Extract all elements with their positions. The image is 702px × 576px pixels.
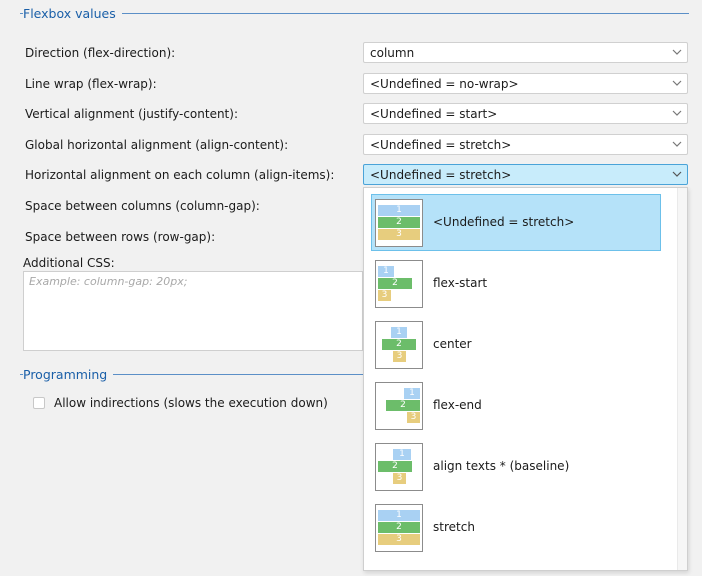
dropdown-scrollbar[interactable] bbox=[677, 188, 687, 570]
dropdown-option-label: <Undefined = stretch> bbox=[433, 215, 575, 229]
flex-wrap-label: Line wrap (flex-wrap): bbox=[25, 77, 157, 91]
dropdown-option-label: flex-start bbox=[433, 276, 488, 290]
align-items-select[interactable]: <Undefined = stretch> bbox=[363, 164, 688, 185]
preview-item-2: 2 bbox=[378, 522, 420, 533]
preview-item-3: 3 bbox=[378, 229, 420, 240]
justify-content-select[interactable]: <Undefined = start> bbox=[363, 103, 688, 124]
dropdown-option-stretch[interactable]: 1 2 3 stretch bbox=[371, 499, 661, 556]
column-gap-label: Space between columns (column-gap): bbox=[25, 199, 260, 213]
flexbox-section-title: Flexbox values bbox=[23, 6, 122, 21]
additional-css-label: Additional CSS: bbox=[23, 256, 115, 270]
preview-item-2: 2 bbox=[378, 461, 412, 472]
preview-item-1: 1 bbox=[378, 266, 394, 277]
row-gap-label: Space between rows (row-gap): bbox=[25, 230, 216, 244]
dropdown-option-baseline[interactable]: 1 2 3 align texts * (baseline) bbox=[371, 438, 661, 495]
preview-item-2: 2 bbox=[378, 217, 420, 228]
flex-wrap-select[interactable]: <Undefined = no-wrap> bbox=[363, 73, 688, 94]
preview-item-1: 1 bbox=[391, 327, 407, 338]
align-stretch-icon: 1 2 3 bbox=[375, 504, 423, 552]
allow-indirections-label[interactable]: Allow indirections (slows the execution … bbox=[54, 396, 328, 410]
chevron-down-icon bbox=[672, 171, 682, 177]
allow-indirections-checkbox[interactable] bbox=[33, 397, 45, 409]
align-items-dropdown-list[interactable]: 1 2 3 <Undefined = stretch> 1 2 3 flex-s… bbox=[363, 187, 688, 571]
preview-item-1: 1 bbox=[404, 388, 420, 399]
chevron-down-icon bbox=[672, 80, 682, 86]
dropdown-option-undefined-stretch[interactable]: 1 2 3 <Undefined = stretch> bbox=[371, 194, 661, 251]
dropdown-option-flex-start[interactable]: 1 2 3 flex-start bbox=[371, 255, 661, 312]
align-flex-end-icon: 1 2 3 bbox=[375, 382, 423, 430]
justify-content-value: <Undefined = start> bbox=[370, 107, 498, 121]
preview-item-3: 3 bbox=[407, 412, 420, 423]
dropdown-option-label: stretch bbox=[433, 520, 475, 534]
align-baseline-icon: 1 2 3 bbox=[375, 443, 423, 491]
flex-direction-select[interactable]: column bbox=[363, 42, 688, 63]
align-content-label: Global horizontal alignment (align-conte… bbox=[25, 138, 289, 152]
align-stretch-icon: 1 2 3 bbox=[375, 199, 423, 247]
dropdown-option-center[interactable]: 1 2 3 center bbox=[371, 316, 661, 373]
preview-item-2: 2 bbox=[386, 400, 420, 411]
preview-item-1: 1 bbox=[393, 449, 411, 460]
justify-content-label: Vertical alignment (justify-content): bbox=[25, 107, 238, 121]
chevron-down-icon bbox=[672, 110, 682, 116]
align-items-label: Horizontal alignment on each column (ali… bbox=[25, 168, 335, 182]
preview-item-1: 1 bbox=[378, 205, 420, 216]
preview-item-2: 2 bbox=[382, 339, 416, 350]
preview-item-1: 1 bbox=[378, 510, 420, 521]
align-center-icon: 1 2 3 bbox=[375, 321, 423, 369]
chevron-down-icon bbox=[672, 141, 682, 147]
flex-direction-label: Direction (flex-direction): bbox=[25, 46, 176, 60]
align-items-value: <Undefined = stretch> bbox=[370, 168, 512, 182]
dropdown-option-label: align texts * (baseline) bbox=[433, 459, 570, 473]
additional-css-textarea[interactable]: Example: column-gap: 20px; bbox=[23, 271, 363, 351]
flex-direction-value: column bbox=[370, 46, 415, 60]
programming-section-title: Programming bbox=[23, 367, 114, 382]
align-content-value: <Undefined = stretch> bbox=[370, 138, 512, 152]
flex-wrap-value: <Undefined = no-wrap> bbox=[370, 77, 519, 91]
preview-item-3: 3 bbox=[393, 473, 406, 484]
dropdown-option-label: center bbox=[433, 337, 472, 351]
additional-css-placeholder: Example: column-gap: 20px; bbox=[29, 275, 188, 288]
preview-item-3: 3 bbox=[378, 534, 420, 545]
preview-item-2: 2 bbox=[378, 278, 412, 289]
align-content-select[interactable]: <Undefined = stretch> bbox=[363, 134, 688, 155]
preview-item-3: 3 bbox=[393, 351, 406, 362]
align-flex-start-icon: 1 2 3 bbox=[375, 260, 423, 308]
dropdown-option-label: flex-end bbox=[433, 398, 482, 412]
chevron-down-icon bbox=[672, 49, 682, 55]
dropdown-option-flex-end[interactable]: 1 2 3 flex-end bbox=[371, 377, 661, 434]
preview-item-3: 3 bbox=[378, 290, 391, 301]
